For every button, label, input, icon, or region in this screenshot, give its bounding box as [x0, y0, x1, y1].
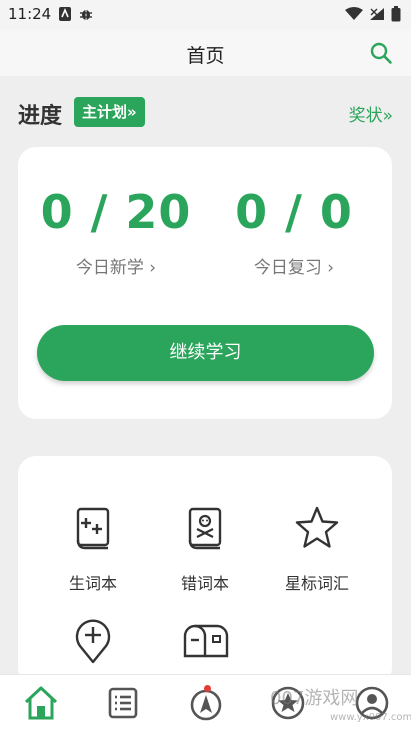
reward-link[interactable]: 奖状» [349, 101, 393, 126]
main-plan-button[interactable]: 主计划» [74, 97, 145, 127]
wrong-words-book-icon [188, 507, 222, 550]
add-location-tool[interactable] [37, 616, 149, 668]
status-time: 11:24 [8, 5, 52, 23]
continue-learning-button[interactable]: 继续学习 [37, 325, 374, 381]
status-bar: 11:24 [0, 0, 411, 30]
battery-icon [391, 6, 401, 22]
home-icon[interactable] [21, 683, 61, 723]
new-words-book[interactable]: 生词本 [37, 504, 149, 594]
wrong-words-book-label: 错词本 [180, 574, 229, 593]
page-title: 首页 [186, 45, 225, 67]
discover-tab[interactable] [186, 683, 226, 723]
list-icon[interactable] [103, 683, 143, 723]
bug-icon [80, 10, 92, 20]
mailbox-tool[interactable] [149, 616, 261, 668]
wifi-icon [345, 7, 363, 20]
new-learning-stat[interactable]: 0 / 20 今日新学 › [36, 185, 196, 278]
progress-card: 0 / 20 今日新学 › 0 / 0 今日复习 › 继续学习 [18, 147, 392, 419]
review-label: 今日复习 › [253, 258, 335, 278]
app-notification-icon [59, 7, 71, 21]
review-stat[interactable]: 0 / 0 今日复习 › [214, 185, 374, 278]
new-learning-label: 今日新学 › [75, 258, 157, 278]
top-header: 首页 [0, 30, 411, 76]
signal-icon [370, 8, 384, 20]
add-location-icon [75, 619, 111, 664]
progress-title: 进度 [18, 104, 63, 129]
new-words-book-label: 生词本 [68, 574, 117, 593]
notification-dot [204, 685, 211, 692]
word-tools-card: 生词本 错词本 星标词汇 [18, 456, 392, 686]
search-icon[interactable] [369, 41, 393, 65]
notification-icons [58, 6, 94, 22]
new-words-book-icon [76, 507, 110, 550]
starred-words-label: 星标词汇 [284, 574, 349, 593]
mailbox-icon [183, 624, 229, 658]
watermark-url: www.yx007.com [330, 712, 411, 723]
starred-words[interactable]: 星标词汇 [261, 504, 373, 594]
system-status-icons [345, 6, 401, 22]
new-learning-count: 0 / 20 [40, 185, 192, 239]
watermark-text: 007游戏网 [270, 688, 359, 709]
wrong-words-book[interactable]: 错词本 [149, 504, 261, 594]
star-icon [295, 506, 339, 548]
progress-section-header: 进度 主计划» 奖状» [18, 96, 393, 130]
review-count: 0 / 0 [235, 185, 353, 239]
